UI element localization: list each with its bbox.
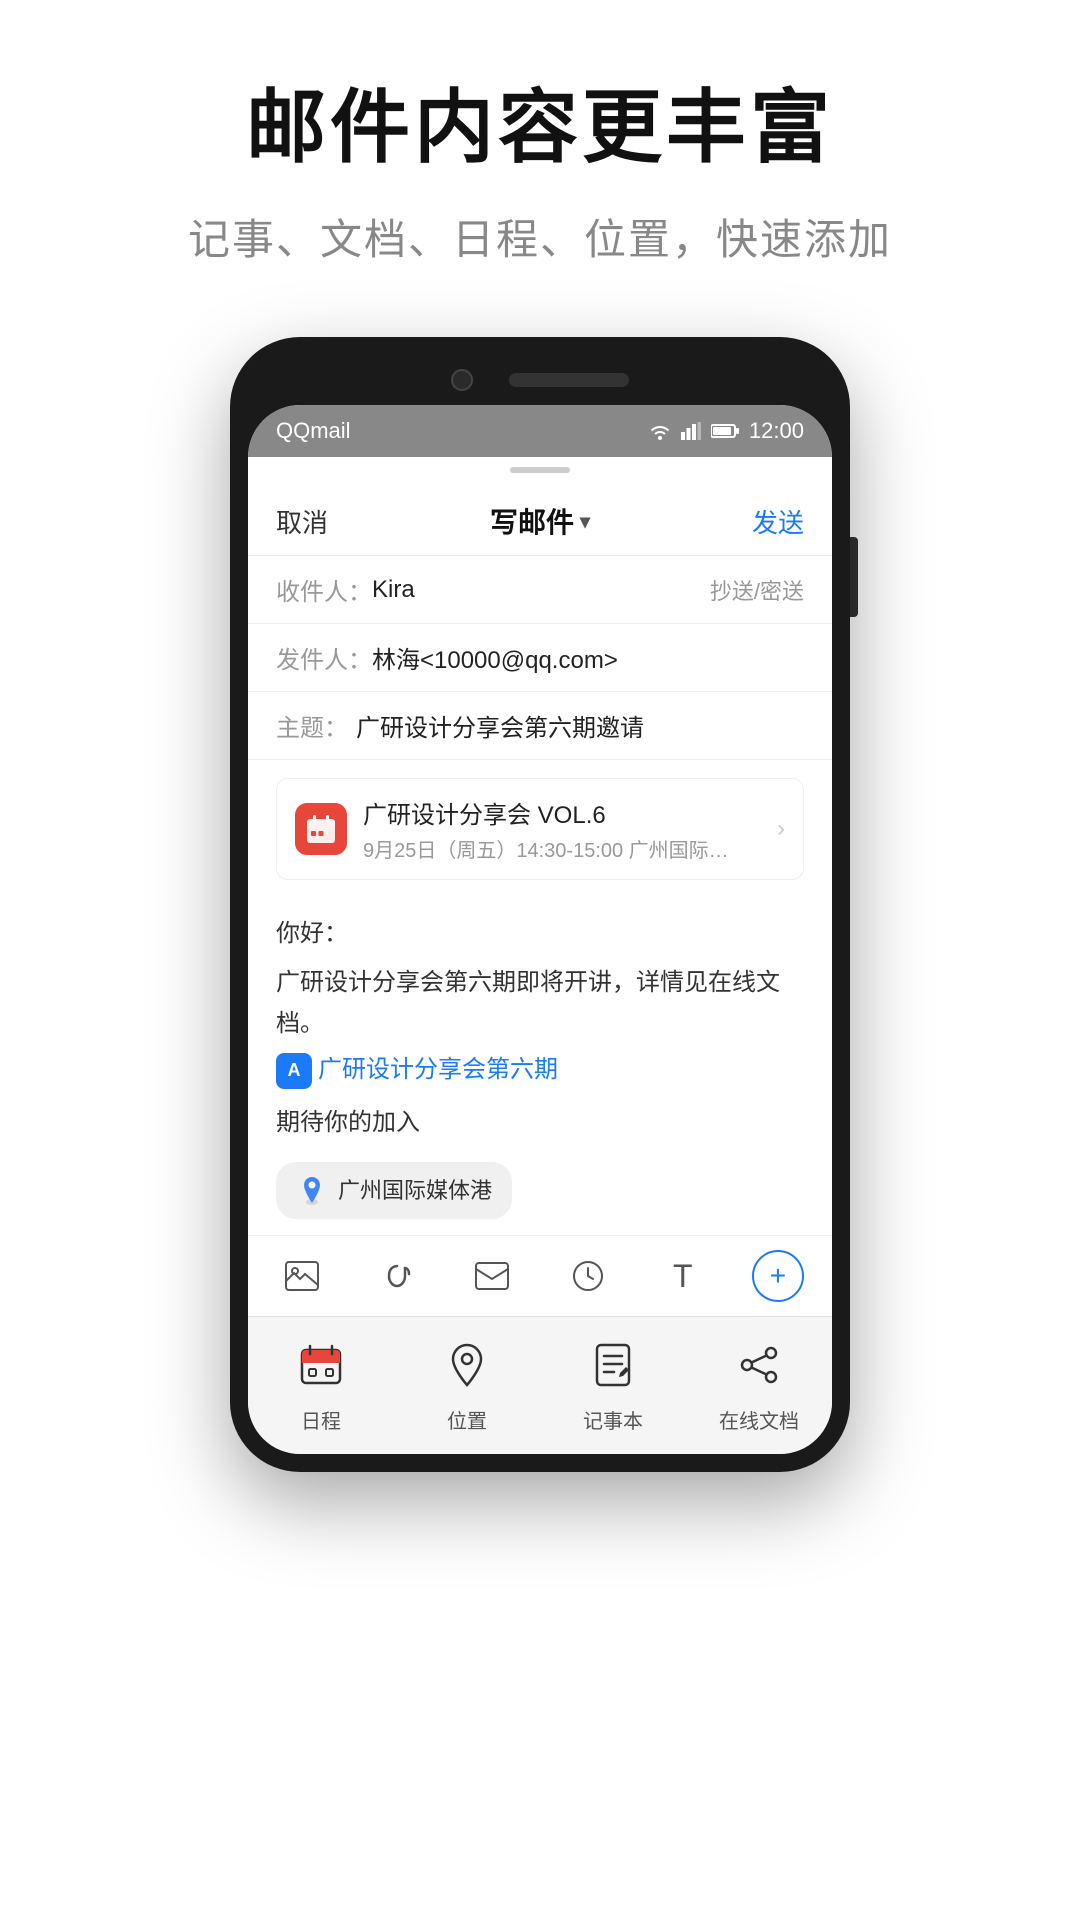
quick-action-calendar[interactable]: 日程 bbox=[248, 1335, 394, 1434]
doc-quick-label: 在线文档 bbox=[719, 1405, 799, 1434]
compose-header: 取消 写邮件 ▾ 发送 bbox=[248, 483, 832, 556]
hero-title: 邮件内容更丰富 bbox=[246, 80, 834, 176]
location-chip-icon bbox=[296, 1175, 328, 1207]
hero-section: 邮件内容更丰富 记事、文档、日程、位置，快速添加 bbox=[0, 0, 1080, 307]
scroll-indicator bbox=[510, 467, 570, 473]
image-toolbar-button[interactable] bbox=[276, 1250, 328, 1302]
calendar-info: 广研设计分享会 VOL.6 9月25日（周五）14:30-15:00 广州国际… bbox=[363, 795, 777, 863]
body-text: 广研设计分享会第六期即将开讲，详情见在线文档。 bbox=[276, 963, 804, 1045]
body-greeting: 你好： bbox=[276, 914, 804, 955]
add-toolbar-button[interactable]: + bbox=[752, 1250, 804, 1302]
to-label: 收件人： bbox=[276, 572, 372, 607]
phone-camera bbox=[451, 369, 473, 391]
quick-actions-bar: 日程 位置 bbox=[248, 1316, 832, 1454]
calendar-svg-icon bbox=[305, 813, 337, 845]
status-time: 12:00 bbox=[749, 418, 804, 444]
phone-speaker bbox=[509, 373, 629, 387]
status-icons: 12:00 bbox=[649, 418, 804, 444]
hero-subtitle: 记事、文档、日程、位置，快速添加 bbox=[188, 206, 892, 267]
compose-title-text: 写邮件 bbox=[490, 501, 574, 541]
email-icon bbox=[475, 1262, 509, 1290]
from-value: 林海<10000@qq.com> bbox=[372, 640, 804, 675]
document-inline-icon[interactable]: A bbox=[276, 1053, 312, 1089]
phone-notch bbox=[248, 355, 832, 405]
note-quick-label: 记事本 bbox=[583, 1405, 643, 1434]
quick-action-note[interactable]: 记事本 bbox=[540, 1335, 686, 1434]
quick-action-doc[interactable]: 在线文档 bbox=[686, 1335, 832, 1434]
phone-side-button bbox=[850, 537, 858, 617]
wifi-icon bbox=[649, 422, 671, 440]
calendar-quick-icon bbox=[291, 1335, 351, 1395]
subject-field[interactable]: 主题： 广研设计分享会第六期邀请 bbox=[248, 692, 832, 760]
clock-icon bbox=[572, 1260, 604, 1292]
battery-icon bbox=[711, 423, 739, 439]
calendar-quick-label: 日程 bbox=[301, 1405, 341, 1434]
from-field: 发件人： 林海<10000@qq.com> bbox=[248, 624, 832, 692]
status-bar: QQmail bbox=[248, 405, 832, 457]
email-toolbar-button[interactable] bbox=[466, 1250, 518, 1302]
cc-bcc-button[interactable]: 抄送/密送 bbox=[710, 574, 804, 606]
note-quick-icon bbox=[583, 1335, 643, 1395]
status-app-name: QQmail bbox=[276, 418, 351, 444]
calendar-card[interactable]: 广研设计分享会 VOL.6 9月25日（周五）14:30-15:00 广州国际…… bbox=[276, 778, 804, 880]
body-expect: 期待你的加入 bbox=[276, 1103, 804, 1144]
attachment-icon bbox=[381, 1260, 413, 1292]
phone-mockup: QQmail bbox=[230, 337, 850, 1472]
bottom-toolbar: T + bbox=[248, 1235, 832, 1316]
doc-icon-letter: A bbox=[288, 1055, 301, 1086]
to-field[interactable]: 收件人： Kira 抄送/密送 bbox=[248, 556, 832, 624]
signal-icon bbox=[681, 422, 701, 440]
location-text: 广州国际媒体港 bbox=[338, 1172, 492, 1209]
quick-action-location[interactable]: 位置 bbox=[394, 1335, 540, 1434]
clock-toolbar-button[interactable] bbox=[562, 1250, 614, 1302]
attachment-toolbar-button[interactable] bbox=[371, 1250, 423, 1302]
phone-outer: QQmail bbox=[230, 337, 850, 1472]
location-chip[interactable]: 广州国际媒体港 bbox=[276, 1162, 512, 1219]
calendar-detail: 9月25日（周五）14:30-15:00 广州国际… bbox=[363, 834, 777, 863]
cancel-button[interactable]: 取消 bbox=[276, 503, 328, 540]
location-quick-icon bbox=[437, 1335, 497, 1395]
text-t-icon: T bbox=[673, 1258, 693, 1295]
email-body[interactable]: 你好： 广研设计分享会第六期即将开讲，详情见在线文档。 A 广研设计分享会第六期… bbox=[248, 898, 832, 1235]
phone-screen: QQmail bbox=[248, 405, 832, 1454]
plus-icon: + bbox=[770, 1260, 786, 1292]
page-container: 邮件内容更丰富 记事、文档、日程、位置，快速添加 QQmail bbox=[0, 0, 1080, 1920]
image-icon bbox=[285, 1261, 319, 1291]
to-value: Kira bbox=[372, 576, 710, 604]
send-button[interactable]: 发送 bbox=[752, 503, 804, 540]
subject-value: 广研设计分享会第六期邀请 bbox=[356, 708, 804, 743]
compose-dropdown-arrow[interactable]: ▾ bbox=[580, 509, 590, 534]
calendar-icon bbox=[295, 803, 347, 855]
compose-title: 写邮件 ▾ bbox=[490, 501, 590, 541]
subject-label: 主题： bbox=[276, 708, 356, 743]
calendar-title: 广研设计分享会 VOL.6 bbox=[363, 795, 777, 830]
from-label: 发件人： bbox=[276, 640, 372, 675]
location-quick-label: 位置 bbox=[447, 1405, 487, 1434]
map-pin-icon bbox=[298, 1175, 326, 1207]
body-content: 广研设计分享会第六期即将开讲，详情见在线文档。 A 广研设计分享会第六期 bbox=[276, 963, 804, 1091]
doc-quick-icon bbox=[729, 1335, 789, 1395]
text-format-toolbar-button[interactable]: T bbox=[657, 1250, 709, 1302]
document-link[interactable]: 广研设计分享会第六期 bbox=[318, 1050, 558, 1091]
calendar-arrow-icon: › bbox=[777, 815, 785, 843]
